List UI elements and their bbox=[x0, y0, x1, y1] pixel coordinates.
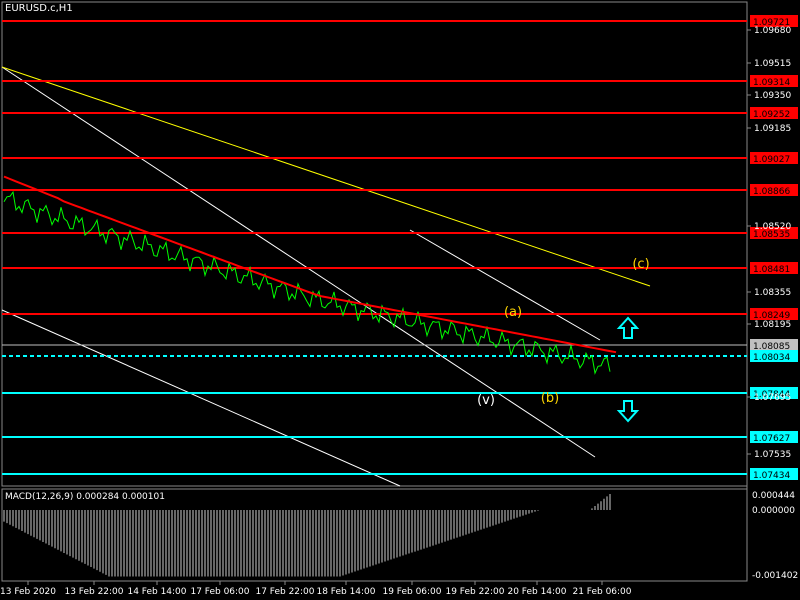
price-tick-label: 1.08355 bbox=[754, 288, 791, 298]
level-price-label: 1.07434 bbox=[753, 471, 790, 481]
price-tick-label: 1.07535 bbox=[754, 450, 791, 460]
price-tick-label: 1.09185 bbox=[754, 124, 791, 134]
time-tick-label: 20 Feb 14:00 bbox=[507, 587, 566, 597]
time-tick-label: 19 Feb 22:00 bbox=[445, 587, 504, 597]
trading-chart[interactable]: 1.097211.093141.092521.090271.088661.085… bbox=[0, 0, 800, 600]
time-tick-label: 19 Feb 06:00 bbox=[382, 587, 441, 597]
time-tick-label: 13 Feb 2020 bbox=[0, 587, 56, 597]
macd-title: MACD(12,26,9) 0.000284 0.000101 bbox=[5, 492, 165, 502]
wave-label: (b) bbox=[541, 391, 559, 406]
wave-label: (v) bbox=[477, 393, 495, 408]
symbol-title: EURUSD.c,H1 bbox=[5, 3, 73, 14]
level-price-label: 1.08034 bbox=[753, 353, 790, 363]
level-price-label: 1.09027 bbox=[753, 155, 790, 165]
macd-tick-label: 0.000000 bbox=[752, 506, 795, 516]
wave-label: (c) bbox=[632, 257, 649, 272]
price-tick-label: 1.08520 bbox=[754, 222, 791, 232]
wave-label: (a) bbox=[504, 305, 522, 320]
price-tick-label: 1.09680 bbox=[754, 26, 791, 36]
macd-tick-label: 0.000444 bbox=[752, 491, 795, 501]
time-tick-label: 17 Feb 06:00 bbox=[190, 587, 249, 597]
price-tick-label: 1.07695 bbox=[754, 393, 791, 403]
level-price-label: 1.08481 bbox=[753, 265, 790, 275]
level-price-label: 1.09252 bbox=[753, 110, 790, 120]
time-tick-label: 17 Feb 22:00 bbox=[255, 587, 314, 597]
time-tick-label: 18 Feb 14:00 bbox=[316, 587, 375, 597]
level-price-label: 1.09314 bbox=[753, 78, 790, 88]
level-price-label: 1.08866 bbox=[753, 187, 790, 197]
time-tick-label: 21 Feb 06:00 bbox=[572, 587, 631, 597]
macd-tick-label: -0.001402 bbox=[752, 571, 798, 581]
time-tick-label: 13 Feb 22:00 bbox=[64, 587, 123, 597]
price-tick-label: 1.09515 bbox=[754, 59, 791, 69]
time-tick-label: 14 Feb 14:00 bbox=[127, 587, 186, 597]
price-tick-label: 1.09350 bbox=[754, 91, 791, 101]
price-tick-label: 1.08195 bbox=[754, 320, 791, 330]
level-price-label: 1.07627 bbox=[753, 434, 790, 444]
